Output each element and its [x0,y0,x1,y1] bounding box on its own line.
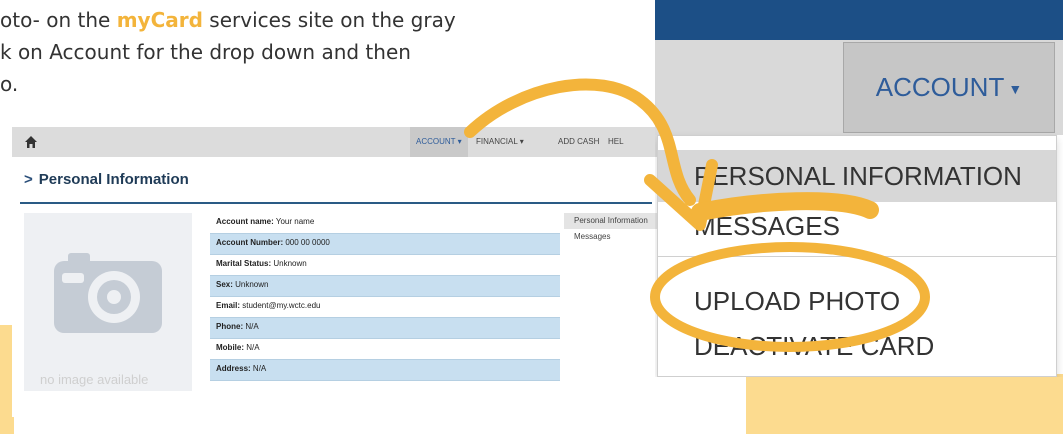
camera-placeholder-icon [24,213,192,391]
instruction-line-1: oto- on the myCard services site on the … [0,8,456,32]
home-icon[interactable] [24,135,38,149]
chevron-right-icon: > [24,171,33,188]
account-info-table: Account name: Your name Account Number: … [210,213,560,381]
info-row-mobile: Mobile: N/A [210,339,560,360]
instruction-line-2: k on Account for the drop down and then [0,40,411,64]
top-navbar: ACCOUNT ▾ FINANCIAL ▾ ADD CASH HEL [12,127,660,157]
page-title: > Personal Information [24,171,189,188]
nav-add-cash[interactable]: ADD CASH [558,127,599,157]
instruction-line-3: o. [0,72,19,96]
info-row-marital-status: Marital Status: Unknown [210,255,560,276]
zoom-header-bar [655,0,1063,40]
info-row-phone: Phone: N/A [210,318,560,339]
menu-divider [658,256,1056,257]
nav-financial[interactable]: FINANCIAL ▾ [476,127,524,157]
instruction-text: oto- on the myCard services site on the … [0,4,600,100]
menu-item-personal-information[interactable]: PERSONAL INFORMATION [658,150,1056,202]
nav-account[interactable]: ACCOUNT ▾ [410,127,468,157]
side-item-personal-information[interactable]: Personal Information [564,213,660,229]
info-row-email: Email: student@my.wctc.edu [210,297,560,318]
title-divider [20,202,652,204]
zoomed-dropdown-screenshot: ACCOUNT ▼ PERSONAL INFORMATION MESSAGES U… [655,0,1063,377]
account-dropdown-menu: PERSONAL INFORMATION MESSAGES UPLOAD PHO… [657,135,1057,377]
menu-item-messages[interactable]: MESSAGES [658,202,1056,250]
menu-item-deactivate-card[interactable]: DEACTIVATE CARD [658,326,1056,366]
decorative-block-right [746,374,1063,434]
menu-item-upload-photo[interactable]: UPLOAD PHOTO [658,281,1056,321]
info-row-sex: Sex: Unknown [210,276,560,297]
info-row-address: Address: N/A [210,360,560,381]
nav-help[interactable]: HEL [608,127,624,157]
portal-screenshot: ACCOUNT ▾ FINANCIAL ▾ ADD CASH HEL > Pers… [12,127,660,417]
caret-down-icon: ▼ [1008,80,1023,97]
info-row-account-number: Account Number: 000 00 0000 [210,234,560,255]
info-row-account-name: Account name: Your name [210,213,560,234]
side-menu: Personal Information Messages [564,213,660,245]
no-image-label: no image available [40,372,149,387]
brand-name: myCard [116,8,203,32]
account-menu-button[interactable]: ACCOUNT ▼ [843,42,1055,133]
side-item-messages[interactable]: Messages [564,229,660,245]
